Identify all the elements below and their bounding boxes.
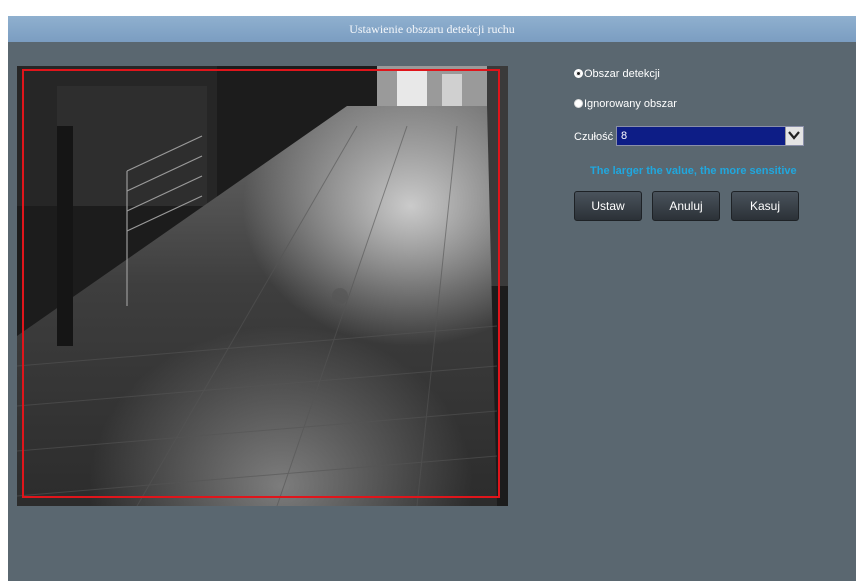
- set-button[interactable]: Ustaw: [574, 191, 642, 221]
- radio-unchecked-icon[interactable]: [574, 99, 583, 108]
- chevron-down-icon[interactable]: [785, 127, 803, 145]
- detection-area-rectangle[interactable]: [22, 69, 500, 498]
- ignored-area-label: Ignorowany obszar: [584, 98, 677, 110]
- sensitivity-row: Czułość 8: [574, 126, 804, 148]
- window-title: Ustawienie obszaru detekcji ruchu: [8, 16, 856, 42]
- cancel-button[interactable]: Anuluj: [652, 191, 720, 221]
- clear-button[interactable]: Kasuj: [731, 191, 799, 221]
- sensitivity-label: Czułość: [574, 131, 614, 143]
- camera-preview[interactable]: [17, 66, 508, 506]
- sensitivity-hint: The larger the value, the more sensitive: [590, 165, 797, 177]
- detection-area-label: Obszar detekcji: [584, 68, 660, 80]
- ignored-area-option[interactable]: Ignorowany obszar: [574, 96, 677, 112]
- sensitivity-value: 8: [621, 130, 628, 142]
- sensitivity-select[interactable]: 8: [616, 126, 804, 146]
- radio-checked-icon[interactable]: [574, 69, 583, 78]
- detection-area-option[interactable]: Obszar detekcji: [574, 66, 660, 82]
- motion-detection-window: Ustawienie obszaru detekcji ruchu Obszar…: [8, 16, 856, 581]
- settings-panel: Obszar detekcji Ignorowany obszar Czułoś…: [572, 66, 804, 246]
